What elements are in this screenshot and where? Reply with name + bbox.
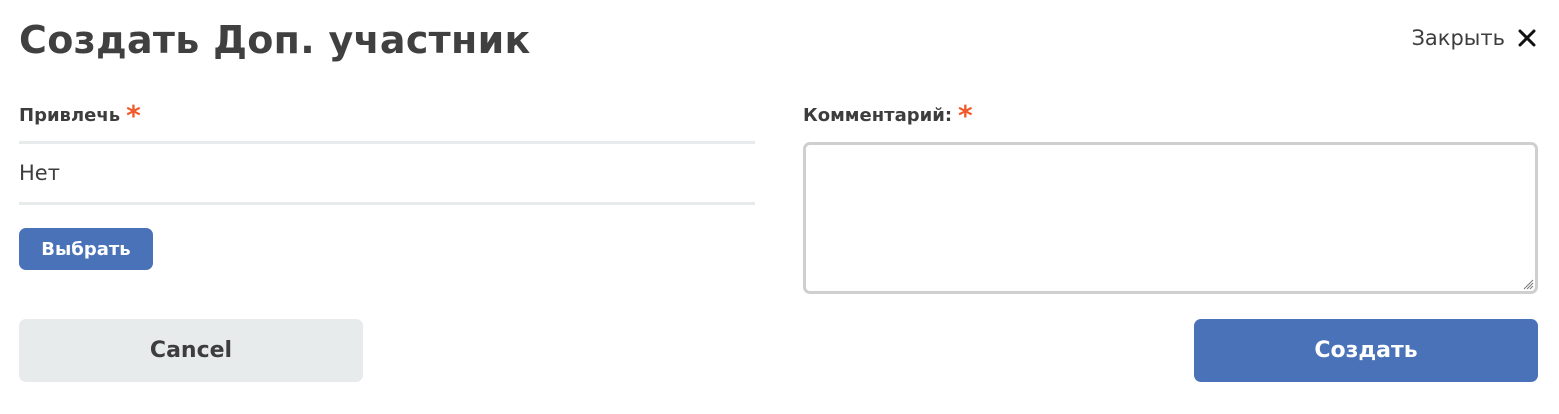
close-button[interactable]: Закрыть <box>1411 26 1537 50</box>
comment-field-label: Комментарий: * <box>803 102 973 130</box>
cancel-button[interactable]: Cancel <box>19 319 363 382</box>
involve-value-field: Нет <box>19 141 755 205</box>
choose-button[interactable]: Выбрать <box>19 228 153 270</box>
involve-required-mark: * <box>126 99 141 132</box>
close-icon[interactable] <box>1517 28 1537 48</box>
comment-required-mark: * <box>958 99 973 132</box>
dialog-title: Создать Доп. участник <box>19 18 531 62</box>
comment-label-text: Комментарий: <box>803 105 953 126</box>
resize-handle-icon[interactable] <box>1522 278 1534 290</box>
involve-value: Нет <box>19 161 60 185</box>
create-button[interactable]: Создать <box>1194 319 1538 382</box>
involve-label-text: Привлечь <box>19 105 121 126</box>
close-label: Закрыть <box>1411 26 1505 50</box>
involve-field-label: Привлечь * <box>19 102 141 130</box>
comment-textarea[interactable] <box>803 142 1538 294</box>
